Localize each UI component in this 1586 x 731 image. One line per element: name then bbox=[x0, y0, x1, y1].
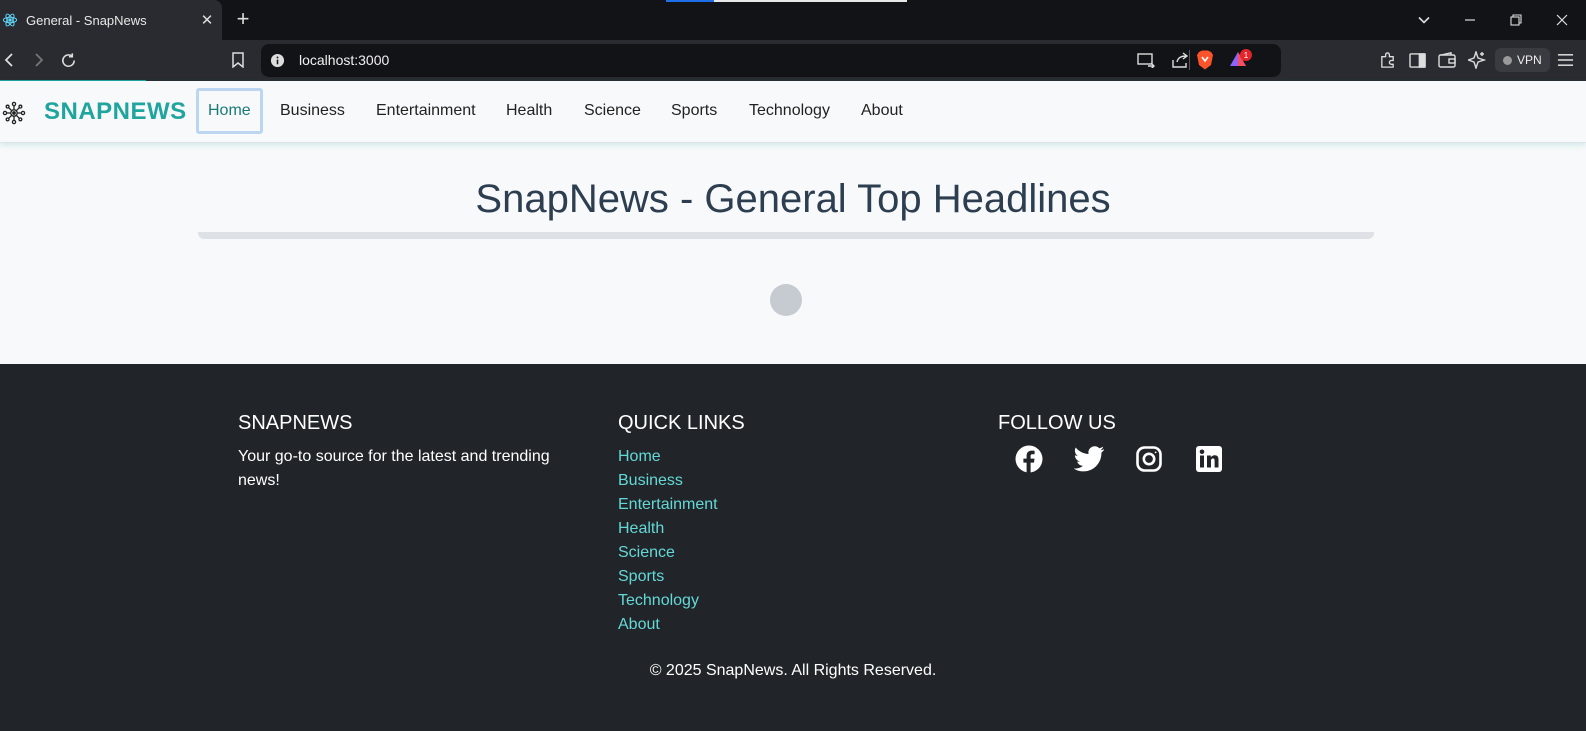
site-navbar: SNAPNEWS Home Business Entertainment Hea… bbox=[0, 81, 1586, 143]
site-info-icon[interactable] bbox=[270, 53, 285, 73]
extensions-icon[interactable] bbox=[1375, 48, 1399, 72]
vpn-status-icon bbox=[1503, 55, 1512, 65]
vpn-button[interactable]: VPN bbox=[1495, 48, 1550, 72]
forward-icon[interactable] bbox=[26, 48, 50, 72]
nav-link-about[interactable]: About bbox=[852, 88, 912, 134]
page-title: SnapNews - General Top Headlines bbox=[475, 177, 1111, 221]
nav-link-business[interactable]: Business bbox=[271, 88, 354, 134]
footer-follow: FOLLOW US bbox=[998, 412, 1224, 474]
footer-link-about[interactable]: About bbox=[618, 613, 745, 637]
footer-quick-links-title: QUICK LINKS bbox=[618, 412, 745, 434]
browser-tab-bar: General - SnapNews ✕ + bbox=[0, 0, 1586, 40]
footer-about-text: Your go-to source for the latest and tre… bbox=[238, 448, 550, 489]
vpn-label: VPN bbox=[1517, 53, 1542, 67]
footer-link-sports[interactable]: Sports bbox=[618, 565, 745, 589]
nav-link-entertainment[interactable]: Entertainment bbox=[367, 88, 485, 134]
back-icon[interactable] bbox=[0, 48, 22, 72]
restore-icon[interactable] bbox=[1496, 0, 1536, 40]
leo-ai-icon[interactable] bbox=[1465, 48, 1489, 72]
footer-link-entertainment[interactable]: Entertainment bbox=[618, 493, 745, 517]
brave-rewards-icon[interactable]: 1 bbox=[1229, 49, 1252, 75]
loading-spinner bbox=[770, 284, 802, 316]
footer-about: SNAPNEWS Your go-to source for the lates… bbox=[238, 412, 568, 493]
footer-follow-title: FOLLOW US bbox=[998, 412, 1116, 434]
address-bar[interactable]: localhost:3000 1 bbox=[261, 44, 1281, 77]
twitter-icon[interactable] bbox=[1074, 444, 1104, 474]
nav-link-sports[interactable]: Sports bbox=[662, 88, 726, 134]
nav-link-home[interactable]: Home bbox=[196, 88, 263, 134]
react-icon bbox=[2, 12, 18, 28]
footer-link-business[interactable]: Business bbox=[618, 469, 745, 493]
reload-icon[interactable] bbox=[56, 48, 80, 72]
nav-link-technology[interactable]: Technology bbox=[740, 88, 839, 134]
footer-link-technology[interactable]: Technology bbox=[618, 589, 745, 613]
minimize-icon[interactable] bbox=[1450, 0, 1490, 40]
facebook-icon[interactable] bbox=[1014, 444, 1044, 474]
url-text: localhost:3000 bbox=[299, 52, 390, 68]
browser-toolbar: localhost:3000 1 VPN bbox=[0, 40, 1586, 81]
new-tab-icon[interactable]: + bbox=[231, 8, 255, 32]
menu-icon[interactable] bbox=[1553, 48, 1577, 72]
brand-logo-icon[interactable] bbox=[2, 101, 26, 125]
wallet-icon[interactable] bbox=[1435, 48, 1459, 72]
footer-about-title: SNAPNEWS bbox=[238, 412, 353, 434]
close-tab-icon[interactable]: ✕ bbox=[196, 9, 218, 31]
close-window-icon[interactable] bbox=[1542, 0, 1582, 40]
instagram-icon[interactable] bbox=[1134, 444, 1164, 474]
nav-link-science[interactable]: Science bbox=[575, 88, 650, 134]
top-progress-indicator bbox=[666, 0, 907, 2]
cast-icon[interactable] bbox=[1137, 52, 1155, 73]
tab-search-chevron-icon[interactable] bbox=[1404, 0, 1444, 40]
brand-name[interactable]: SNAPNEWS bbox=[44, 98, 187, 126]
share-icon[interactable] bbox=[1171, 52, 1189, 73]
brave-shields-icon[interactable] bbox=[1196, 50, 1214, 75]
linkedin-icon[interactable] bbox=[1194, 444, 1224, 474]
bookmark-icon[interactable] bbox=[226, 48, 250, 72]
separator bbox=[1189, 50, 1190, 70]
browser-tab[interactable]: General - SnapNews ✕ bbox=[0, 0, 222, 40]
heading-divider bbox=[198, 232, 1374, 239]
footer-quick-links: QUICK LINKS Home Business Entertainment … bbox=[618, 412, 745, 637]
copyright-text: © 2025 SnapNews. All Rights Reserved. bbox=[649, 662, 937, 679]
sidebar-icon[interactable] bbox=[1405, 48, 1429, 72]
rewards-badge: 1 bbox=[1240, 49, 1252, 61]
site-footer: SNAPNEWS Your go-to source for the lates… bbox=[0, 364, 1586, 731]
nav-link-health[interactable]: Health bbox=[497, 88, 561, 134]
footer-link-home[interactable]: Home bbox=[618, 445, 745, 469]
tab-title: General - SnapNews bbox=[26, 12, 147, 28]
footer-link-science[interactable]: Science bbox=[618, 541, 745, 565]
footer-link-health[interactable]: Health bbox=[618, 517, 745, 541]
